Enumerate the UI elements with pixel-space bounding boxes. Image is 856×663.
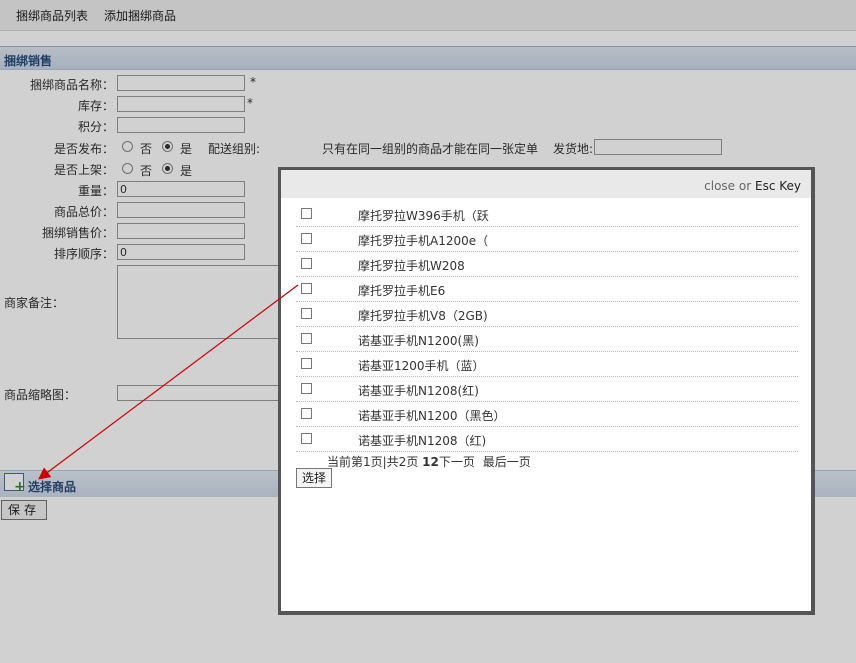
annotation-arrow [38, 284, 299, 480]
